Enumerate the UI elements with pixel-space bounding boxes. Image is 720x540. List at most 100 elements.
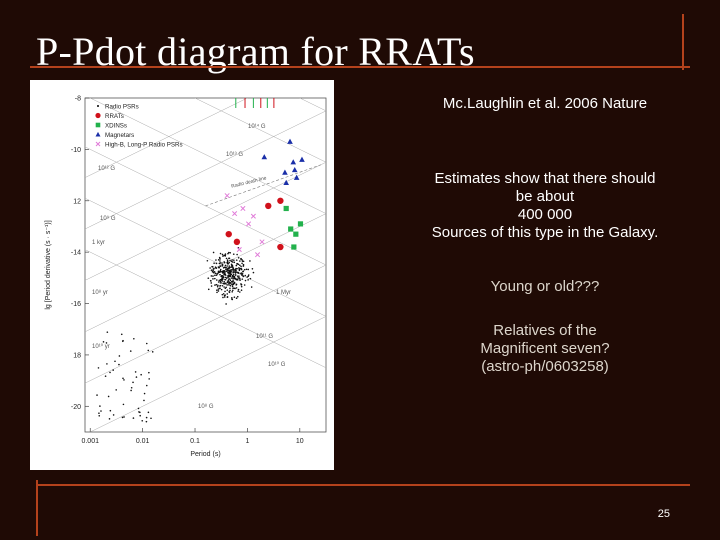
field-line-label: 10¹² G	[98, 166, 115, 172]
bottom-corner-rule	[36, 480, 38, 536]
radio-psr-dot	[235, 297, 238, 299]
radio-psr-dot	[217, 259, 220, 261]
radio-psr-dot	[224, 271, 226, 274]
radio-psr-dot	[236, 275, 239, 277]
radio-psr-dot	[224, 270, 226, 272]
legend-marker	[95, 141, 101, 147]
radio-psr-dot	[135, 376, 138, 378]
rrat-point	[225, 230, 232, 238]
radio-psr-dot	[231, 296, 233, 299]
p-pdot-figure: 10¹⁴ G 10¹³ G 10¹² G 10¹¹ G 10¹⁰ G 10⁹ G 10⁸ G…	[30, 80, 334, 470]
age-line	[85, 213, 326, 333]
xdins-point	[291, 244, 297, 250]
radio-psr-dot	[240, 285, 243, 288]
radio-psr-dot	[237, 271, 240, 274]
radio-psr-dot	[230, 266, 232, 268]
radio-psr-dot	[223, 280, 225, 283]
radio-psr-dot	[123, 379, 125, 381]
radio-psr-dot	[223, 294, 226, 297]
radio-psr-dot	[232, 268, 235, 271]
radio-psr-dot	[244, 274, 247, 277]
radio-psr-dot	[247, 275, 250, 278]
radio-psr-dot	[210, 285, 213, 287]
radio-psr-dot	[228, 267, 230, 269]
field-line-label: 10¹⁰ G	[268, 361, 286, 368]
radio-psr-dot	[228, 271, 231, 273]
radio-psr-dot	[237, 256, 240, 259]
radio-psr-dot	[209, 267, 211, 269]
y-tick-label: -10	[71, 147, 81, 154]
radio-psr-dot	[143, 392, 146, 395]
radio-psr-dot	[145, 384, 148, 387]
p-pdot-chart: 10¹⁴ G 10¹³ G 10¹² G 10¹¹ G 10¹⁰ G 10⁹ G 10⁸ G…	[45, 96, 327, 458]
radio-psr-dot	[226, 296, 229, 299]
radio-psr-dot	[223, 282, 225, 285]
top-corner-rule	[682, 14, 684, 70]
radio-psr-dot	[219, 258, 221, 260]
radio-psr-dot	[240, 283, 242, 285]
x-tick-label: 10	[296, 438, 304, 445]
radio-psr-dot	[212, 278, 214, 280]
radio-psr-dot	[229, 259, 231, 262]
estimates-line: 400 000	[517, 206, 573, 223]
high-b-psr-point	[259, 239, 265, 245]
y-tick-label: -16	[71, 301, 81, 308]
legend-marker	[95, 131, 101, 137]
y-tick-label: 12	[73, 198, 81, 205]
radio-psr-dot	[229, 287, 231, 290]
radio-psr-dot	[219, 282, 222, 284]
high-b-psr-point	[236, 247, 242, 253]
field-line	[299, 98, 326, 112]
radio-psr-dot	[249, 277, 252, 280]
radio-psr-dot	[241, 278, 244, 280]
radio-psr-dot	[242, 265, 245, 267]
radio-psr-dot	[227, 275, 229, 277]
radio-psr-dot	[151, 351, 154, 353]
radio-psr-dot	[223, 296, 226, 298]
radio-psr-dot	[123, 416, 125, 418]
radio-psr-dot	[240, 265, 242, 268]
radio-psr-dot	[98, 414, 101, 417]
radio-psr-dot	[228, 261, 230, 264]
legend-label: RRATs	[105, 113, 124, 120]
radio-psr-dot	[230, 264, 233, 267]
radio-psr-dot	[231, 290, 234, 293]
radio-psr-dot	[228, 290, 231, 293]
radio-psr-dot	[234, 270, 237, 272]
relatives-line: (astro-ph/0603258)	[481, 358, 609, 375]
radio-psr-dot	[139, 414, 142, 417]
radio-psr-dot	[221, 280, 223, 282]
radio-psr-dot	[109, 371, 111, 374]
radio-psr-dot	[221, 276, 223, 278]
field-line-label: 10¹⁴ G	[248, 123, 266, 130]
age-line-label: 10⁸ yr	[92, 289, 108, 296]
radio-psr-dot	[239, 291, 241, 293]
radio-psr-dot	[233, 261, 236, 264]
rrat-point	[265, 202, 272, 210]
radio-psr-dot	[225, 286, 227, 289]
radio-psr-dot	[221, 284, 224, 287]
radio-psr-dot	[252, 271, 255, 274]
legend-marker	[97, 105, 99, 107]
slide-number: 25	[657, 508, 670, 520]
radio-psr-dot	[218, 262, 221, 265]
radio-psr-dot	[243, 268, 246, 271]
radio-psr-dot	[214, 274, 216, 277]
radio-psr-dot	[214, 284, 216, 286]
radio-psr-dot	[224, 264, 227, 267]
radio-psr-dot	[237, 288, 240, 291]
radio-psr-dot	[230, 268, 232, 271]
radio-psr-dot	[222, 255, 224, 257]
field-line-label: 10¹³ G	[226, 152, 243, 158]
radio-psr-dot	[217, 281, 220, 283]
radio-psr-dot	[233, 275, 236, 278]
radio-psr-dot	[145, 420, 148, 423]
relatives-line: Magnificent seven?	[480, 340, 610, 357]
radio-psr-dot	[215, 262, 218, 265]
radio-psr-dot	[239, 279, 241, 282]
relatives-text: Relatives of the Magnificent seven? (ast…	[370, 322, 720, 376]
radio-psr-dot	[235, 259, 238, 261]
radio-psr-dot	[217, 290, 220, 292]
radio-psr-dot	[224, 266, 227, 269]
xdins-point	[283, 205, 289, 212]
